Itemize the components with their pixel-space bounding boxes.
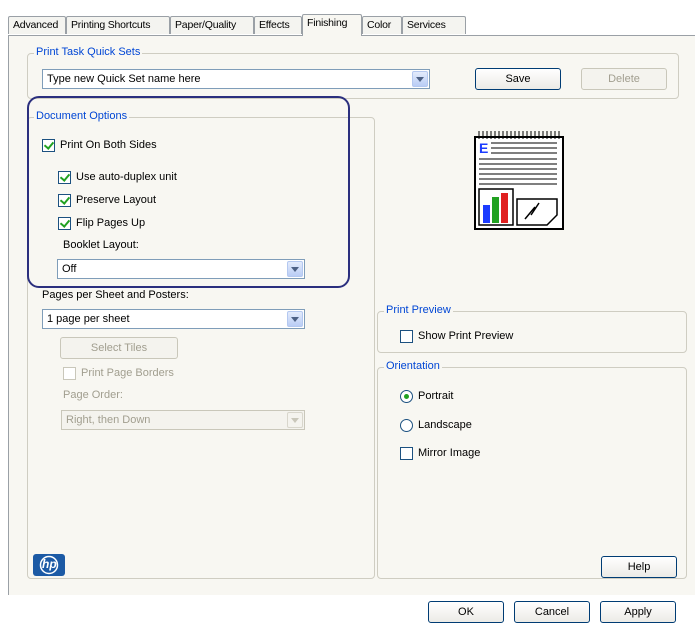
booklet-layout-value: Off [62, 263, 77, 275]
booklet-layout-combo[interactable]: Off [57, 259, 305, 279]
pages-per-sheet-label: Pages per Sheet and Posters: [42, 289, 189, 301]
tab-finishing[interactable]: Finishing [302, 14, 362, 36]
tab-printing-shortcuts[interactable]: Printing Shortcuts [66, 16, 170, 34]
orientation-legend: Orientation [384, 360, 442, 372]
svg-text:E: E [479, 140, 488, 156]
chevron-down-icon[interactable] [287, 311, 303, 327]
select-tiles-button[interactable]: Select Tiles [60, 337, 178, 359]
radio-selected-icon[interactable] [400, 390, 413, 403]
hp-logo-text: hp [42, 557, 57, 571]
save-button[interactable]: Save [475, 68, 561, 90]
apply-button[interactable]: Apply [600, 601, 676, 623]
flip-pages-label: Flip Pages Up [76, 217, 146, 229]
quick-set-name-combo[interactable]: Type new Quick Set name here [42, 69, 430, 89]
ok-button[interactable]: OK [428, 601, 504, 623]
document-options-legend: Document Options [34, 110, 130, 122]
tab-services[interactable]: Services [402, 16, 466, 34]
page-order-label: Page Order: [63, 389, 123, 401]
orientation-group: Orientation Portrait Landscape Mirror Im… [377, 360, 687, 579]
document-preview-icon: E [474, 131, 564, 230]
checkbox-unchecked-icon[interactable] [400, 447, 413, 460]
page-order-value: Right, then Down [66, 414, 151, 426]
print-both-sides-label: Print On Both Sides [60, 139, 157, 151]
help-button[interactable]: Help [601, 556, 677, 578]
chevron-down-icon[interactable] [412, 71, 428, 87]
tab-effects[interactable]: Effects [254, 16, 302, 34]
print-preview-group: Print Preview Show Print Preview [377, 304, 687, 353]
checkbox-checked-icon[interactable] [58, 171, 71, 184]
chevron-down-icon[interactable] [287, 412, 303, 428]
mirror-image-label: Mirror Image [418, 447, 481, 459]
pages-per-sheet-combo[interactable]: 1 page per sheet [42, 309, 305, 329]
landscape-label: Landscape [418, 419, 472, 431]
checkbox-checked-icon[interactable] [58, 217, 71, 230]
chevron-down-icon[interactable] [287, 261, 303, 277]
checkbox-checked-icon[interactable] [58, 194, 71, 207]
hp-logo: hp [33, 554, 65, 576]
cancel-button[interactable]: Cancel [514, 601, 590, 623]
pages-per-sheet-value: 1 page per sheet [47, 313, 130, 325]
delete-button[interactable]: Delete [581, 68, 667, 90]
portrait-label: Portrait [418, 390, 454, 402]
document-options-group: Document Options Print On Both Sides Use… [27, 110, 375, 579]
tab-strip: Advanced Printing Shortcuts Paper/Qualit… [8, 14, 695, 36]
checkbox-unchecked-icon[interactable] [400, 330, 413, 343]
show-print-preview-label: Show Print Preview [418, 330, 514, 342]
page-order-combo[interactable]: Right, then Down [61, 410, 305, 430]
preserve-layout-label: Preserve Layout [76, 194, 157, 206]
checkbox-checked-icon[interactable] [42, 139, 55, 152]
quick-sets-legend: Print Task Quick Sets [34, 46, 143, 58]
tab-paper-quality[interactable]: Paper/Quality [170, 16, 254, 34]
auto-duplex-label: Use auto-duplex unit [76, 171, 177, 183]
booklet-layout-label: Booklet Layout: [63, 239, 139, 251]
tab-advanced[interactable]: Advanced [8, 16, 66, 34]
finishing-panel: Print Task Quick Sets Type new Quick Set… [8, 35, 695, 595]
tab-color[interactable]: Color [362, 16, 402, 34]
radio-unselected-icon[interactable] [400, 419, 413, 432]
print-preview-legend: Print Preview [384, 304, 453, 316]
quick-sets-group: Print Task Quick Sets Type new Quick Set… [27, 46, 679, 99]
checkbox-unchecked-icon[interactable] [63, 367, 76, 380]
print-page-borders-label: Print Page Borders [81, 367, 174, 379]
quick-set-name-value: Type new Quick Set name here [47, 73, 201, 85]
